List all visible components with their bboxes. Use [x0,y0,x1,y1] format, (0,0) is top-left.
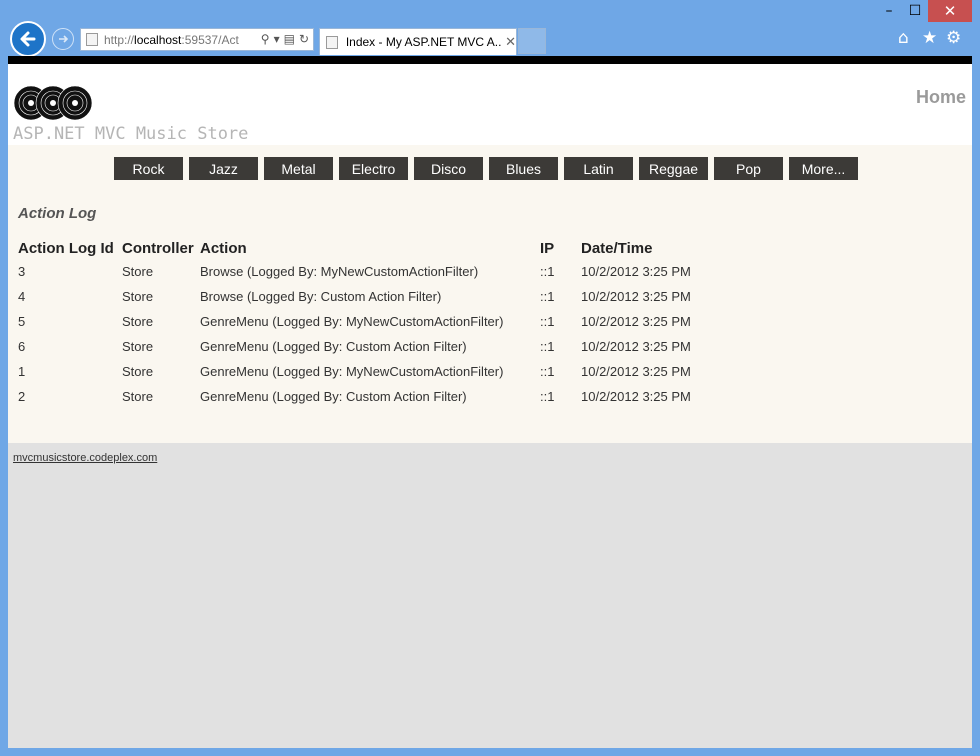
cell-controller: Store [122,259,200,284]
cell-action: GenreMenu (Logged By: Custom Action Filt… [200,334,540,359]
site-title: ASP.NET MVC Music Store [13,124,248,144]
cell-action: GenreMenu (Logged By: Custom Action Filt… [200,384,540,409]
column-header: Action Log Id [18,237,122,259]
genre-jazz[interactable]: Jazz [189,157,258,180]
cell-controller: Store [122,309,200,334]
cell-controller: Store [122,359,200,384]
table-row: 6 Store GenreMenu (Logged By: Custom Act… [18,334,731,359]
back-button[interactable] [10,21,46,57]
address-bar[interactable]: http://localhost:59537/Act ⚲ ▾ ▤ ↻ [80,28,314,51]
genre-rock[interactable]: Rock [114,157,183,180]
new-tab-button[interactable] [518,28,546,54]
action-log-table: Action Log Id Controller Action IP Date/… [18,237,731,409]
genre-disco[interactable]: Disco [414,157,483,180]
column-header: Date/Time [581,237,731,259]
table-header-row: Action Log Id Controller Action IP Date/… [18,237,731,259]
refresh-icon[interactable]: ↻ [299,32,309,46]
genre-menu: Rock Jazz Metal Electro Disco Blues Lati… [114,157,858,180]
page-viewport: ASP.NET MVC Music Store Home Rock Jazz M… [8,56,972,748]
cell-ip: ::1 [540,359,581,384]
column-header: Action [200,237,540,259]
cell-ip: ::1 [540,384,581,409]
cell-action: GenreMenu (Logged By: MyNewCustomActionF… [200,309,540,334]
page-title: Action Log [18,205,96,222]
cell-datetime: 10/2/2012 3:25 PM [581,284,731,309]
arrow-right-icon [57,33,69,45]
site-header: ASP.NET MVC Music Store Home [8,64,972,145]
cell-ip: ::1 [540,259,581,284]
cell-datetime: 10/2/2012 3:25 PM [581,259,731,284]
cell-ip: ::1 [540,309,581,334]
cell-datetime: 10/2/2012 3:25 PM [581,359,731,384]
nav-home-link[interactable]: Home [916,87,966,108]
cell-action: GenreMenu (Logged By: MyNewCustomActionF… [200,359,540,384]
cell-id: 2 [18,384,122,409]
top-bar [8,56,972,64]
genre-latin[interactable]: Latin [564,157,633,180]
table-row: 1 Store GenreMenu (Logged By: MyNewCusto… [18,359,731,384]
page-icon [326,36,338,49]
address-url: http://localhost:59537/Act [104,33,244,47]
dropdown-icon[interactable]: ▾ [274,32,280,46]
cell-id: 4 [18,284,122,309]
tab-title: Index - My ASP.NET MVC A... [346,35,501,49]
genre-reggae[interactable]: Reggae [639,157,708,180]
cell-ip: ::1 [540,334,581,359]
site-footer: mvcmusicstore.codeplex.com [8,443,972,473]
page-icon [86,33,98,46]
tab-close-icon[interactable]: ✕ [505,34,516,50]
cell-datetime: 10/2/2012 3:25 PM [581,309,731,334]
table-row: 5 Store GenreMenu (Logged By: MyNewCusto… [18,309,731,334]
cell-id: 1 [18,359,122,384]
records-logo[interactable] [13,84,93,122]
home-icon[interactable]: ⌂ [898,28,909,48]
genre-blues[interactable]: Blues [489,157,558,180]
cell-controller: Store [122,384,200,409]
cell-id: 6 [18,334,122,359]
table-row: 3 Store Browse (Logged By: MyNewCustomAc… [18,259,731,284]
star-icon[interactable]: ★ [922,28,937,48]
cell-controller: Store [122,284,200,309]
maximize-button[interactable]: ☐ [902,0,928,22]
cell-datetime: 10/2/2012 3:25 PM [581,334,731,359]
close-window-button[interactable]: ✕ [928,0,972,22]
compatibility-icon[interactable]: ▤ [284,32,295,46]
genre-more[interactable]: More... [789,157,858,180]
column-header: IP [540,237,581,259]
genre-electro[interactable]: Electro [339,157,408,180]
gear-icon[interactable]: ⚙ [946,28,961,48]
cell-id: 5 [18,309,122,334]
cell-ip: ::1 [540,284,581,309]
column-header: Controller [122,237,200,259]
arrow-left-icon [18,29,38,49]
cell-action: Browse (Logged By: MyNewCustomActionFilt… [200,259,540,284]
footer-link[interactable]: mvcmusicstore.codeplex.com [13,452,157,464]
forward-button[interactable] [52,28,74,50]
genre-metal[interactable]: Metal [264,157,333,180]
cell-action: Browse (Logged By: Custom Action Filter) [200,284,540,309]
main-content: Rock Jazz Metal Electro Disco Blues Lati… [8,145,972,443]
browser-chrome: http://localhost:59537/Act ⚲ ▾ ▤ ↻ Index… [0,0,980,56]
cell-id: 3 [18,259,122,284]
table-row: 4 Store Browse (Logged By: Custom Action… [18,284,731,309]
genre-pop[interactable]: Pop [714,157,783,180]
minimize-button[interactable]: – [876,0,902,22]
cell-controller: Store [122,334,200,359]
browser-tab[interactable]: Index - My ASP.NET MVC A... ✕ [319,28,517,55]
search-icon[interactable]: ⚲ [261,32,270,46]
cell-datetime: 10/2/2012 3:25 PM [581,384,731,409]
table-row: 2 Store GenreMenu (Logged By: Custom Act… [18,384,731,409]
